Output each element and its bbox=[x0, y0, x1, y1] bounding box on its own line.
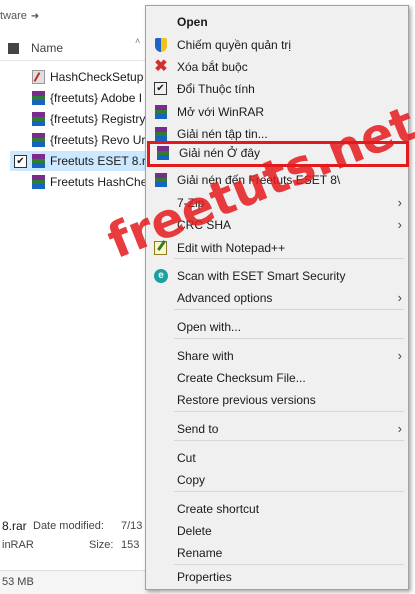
menu-item-open-with[interactable]: Open with... bbox=[146, 316, 408, 338]
status-bar: 53 MB bbox=[0, 570, 160, 594]
menu-item-take-ownership[interactable]: Chiếm quyền quản trị bbox=[146, 34, 408, 56]
select-all-checkbox[interactable] bbox=[8, 43, 19, 54]
menu-item-copy[interactable]: Copy bbox=[146, 469, 408, 491]
file-name: {freetuts} Registry bbox=[50, 112, 146, 126]
winrar-icon bbox=[154, 105, 168, 119]
file-row[interactable]: {freetuts} Adobe I bbox=[10, 88, 150, 108]
sort-up-icon: ˄ bbox=[135, 36, 141, 46]
menu-item-label: Create shortcut bbox=[177, 502, 260, 516]
menu-item-label: Chiếm quyền quản trị bbox=[177, 38, 292, 52]
menu-item-label: Send to bbox=[177, 422, 219, 436]
status-size: 53 MB bbox=[2, 576, 34, 588]
file-row[interactable]: Freetuts HashChe bbox=[10, 172, 150, 192]
row-checkbox-checked[interactable]: ✔ bbox=[14, 155, 27, 168]
menu-item-label: Edit with Notepad++ bbox=[177, 241, 286, 255]
menu-item-label: Giải nén tập tin... bbox=[177, 127, 268, 141]
chevron-right-icon: › bbox=[397, 348, 402, 363]
winrar-icon bbox=[156, 146, 170, 160]
file-name: Freetuts ESET 8.ra bbox=[50, 154, 150, 168]
menu-item-label: Xóa bắt buộc bbox=[177, 60, 248, 74]
menu-separator bbox=[174, 258, 404, 259]
details-file-name: 8.rar bbox=[2, 519, 27, 533]
chevron-right-icon: › bbox=[397, 195, 402, 210]
winrar-archive-icon bbox=[32, 112, 45, 126]
name-column-header[interactable]: Name bbox=[31, 41, 63, 55]
menu-item-delete[interactable]: Delete bbox=[146, 520, 408, 542]
menu-separator bbox=[174, 338, 404, 339]
menu-separator bbox=[174, 491, 404, 492]
menu-item-label: Cut bbox=[177, 451, 196, 465]
file-row[interactable]: HashCheckSetup bbox=[10, 67, 150, 87]
menu-item-label: Advanced options bbox=[177, 291, 273, 305]
menu-item-rename[interactable]: Rename bbox=[146, 542, 408, 564]
menu-separator bbox=[174, 564, 404, 565]
file-name: HashCheckSetup bbox=[50, 70, 144, 84]
menu-item-create-shortcut[interactable]: Create shortcut bbox=[146, 498, 408, 520]
menu-item-label: Scan with ESET Smart Security bbox=[177, 269, 346, 283]
date-modified-value: 7/13 bbox=[121, 520, 143, 532]
size-label: Size: bbox=[89, 539, 114, 551]
menu-item-label: Open bbox=[177, 15, 208, 29]
breadcrumb-folder[interactable]: tware bbox=[0, 10, 27, 22]
menu-item-force-delete[interactable]: ✖ Xóa bắt buộc bbox=[146, 56, 408, 78]
winrar-archive-icon bbox=[32, 133, 45, 147]
menu-separator bbox=[174, 309, 404, 310]
menu-item-restore-versions[interactable]: Restore previous versions bbox=[146, 389, 408, 411]
menu-item-label: Restore previous versions bbox=[177, 393, 316, 407]
winrar-icon bbox=[154, 173, 168, 187]
menu-item-change-attributes[interactable]: ✔ Đổi Thuộc tính bbox=[146, 78, 408, 100]
winrar-archive-icon bbox=[32, 91, 45, 105]
chevron-right-icon: › bbox=[397, 421, 402, 436]
menu-item-label: Rename bbox=[177, 546, 223, 560]
menu-item-properties[interactable]: Properties bbox=[146, 566, 408, 588]
menu-separator bbox=[174, 440, 404, 441]
menu-item-label: Share with bbox=[177, 349, 234, 363]
breadcrumb-chevron-icon[interactable]: ➜ bbox=[31, 11, 39, 22]
menu-item-label: Mở với WinRAR bbox=[177, 105, 265, 119]
file-name: {freetuts} Adobe I bbox=[50, 91, 143, 105]
breadcrumb[interactable]: tware ➜ bbox=[0, 10, 39, 22]
winrar-archive-icon bbox=[32, 154, 45, 168]
file-row[interactable]: {freetuts} Registry bbox=[10, 109, 150, 129]
menu-item-label: Đổi Thuộc tính bbox=[177, 82, 255, 96]
menu-item-share-with[interactable]: Share with › bbox=[146, 345, 408, 367]
details-file-type: inRAR bbox=[2, 539, 34, 551]
checkbox-icon: ✔ bbox=[154, 82, 167, 95]
menu-separator bbox=[174, 411, 404, 412]
menu-item-eset-scan[interactable]: e Scan with ESET Smart Security bbox=[146, 265, 408, 287]
installer-file-icon bbox=[32, 70, 45, 84]
menu-item-open[interactable]: Open bbox=[146, 11, 408, 33]
winrar-archive-icon bbox=[32, 175, 45, 189]
menu-item-label: Properties bbox=[177, 570, 232, 584]
details-pane: 8.rar Date modified: 7/13 inRAR Size: 15… bbox=[0, 508, 160, 570]
menu-item-label: Copy bbox=[177, 473, 206, 487]
menu-item-advanced-options[interactable]: Advanced options › bbox=[146, 287, 408, 309]
date-modified-label: Date modified: bbox=[33, 520, 104, 532]
uac-shield-icon bbox=[155, 38, 167, 52]
menu-item-label: Delete bbox=[177, 524, 212, 538]
eset-icon: e bbox=[154, 269, 168, 283]
red-x-icon: ✖ bbox=[154, 58, 168, 75]
menu-item-create-checksum[interactable]: Create Checksum File... bbox=[146, 367, 408, 389]
file-list-header: Name ˄ bbox=[0, 36, 160, 61]
winrar-icon bbox=[154, 127, 168, 141]
chevron-right-icon: › bbox=[397, 217, 402, 232]
menu-item-cut[interactable]: Cut bbox=[146, 447, 408, 469]
size-value: 153 bbox=[121, 539, 140, 551]
menu-item-label: Open with... bbox=[177, 320, 242, 334]
file-name: Freetuts HashChe bbox=[50, 175, 148, 189]
file-row-selected[interactable]: ✔ Freetuts ESET 8.ra bbox=[10, 151, 150, 171]
menu-item-send-to[interactable]: Send to › bbox=[146, 418, 408, 440]
file-row[interactable]: {freetuts} Revo Ur bbox=[10, 130, 150, 150]
chevron-right-icon: › bbox=[397, 290, 402, 305]
menu-item-label: Create Checksum File... bbox=[177, 371, 306, 385]
file-name: {freetuts} Revo Ur bbox=[50, 133, 146, 147]
context-menu: Open Chiếm quyền quản trị ✖ Xóa bắt buộc … bbox=[145, 5, 409, 590]
